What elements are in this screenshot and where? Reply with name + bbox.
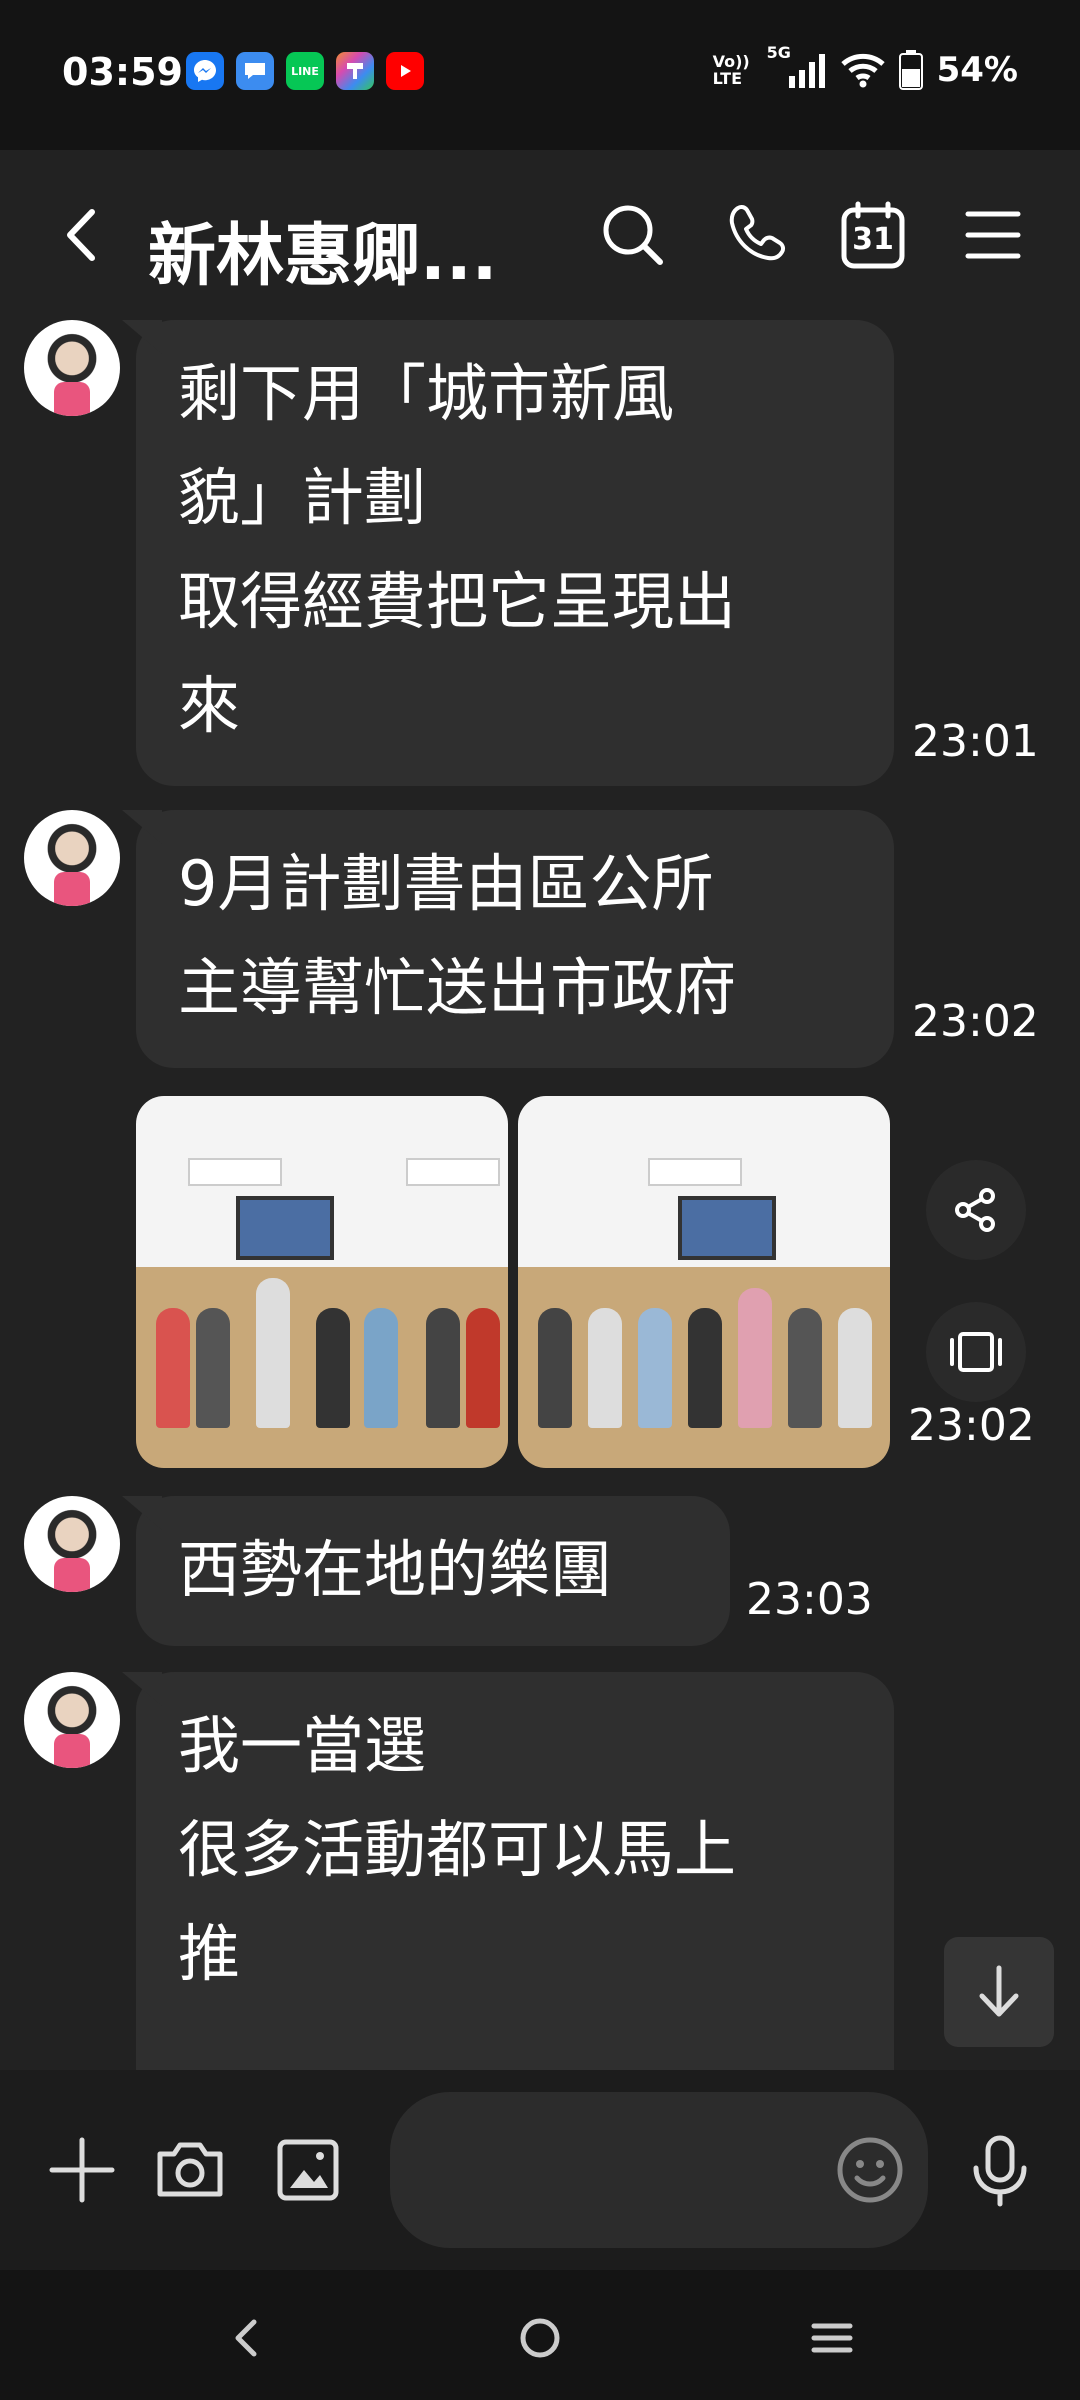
messenger-icon: [186, 52, 224, 90]
phone-icon[interactable]: [722, 200, 792, 270]
chat-icon: [236, 52, 274, 90]
emoji-icon[interactable]: [830, 2130, 910, 2210]
camera-icon[interactable]: [150, 2130, 230, 2210]
signal-icon: 5G: [767, 44, 827, 90]
wifi-icon: [840, 53, 885, 88]
line-icon: LINE: [286, 52, 324, 90]
message-line: 取得經費把它呈現出: [178, 565, 737, 638]
album-icon: [950, 1332, 1002, 1372]
calendar-day: 31: [852, 222, 894, 257]
message-time: 23:02: [912, 996, 1039, 1047]
message-line: 9月計劃書由區公所: [178, 847, 714, 920]
avatar[interactable]: [24, 1496, 120, 1592]
message-line: 貌」計劃: [178, 461, 427, 534]
battery-percent: 54%: [936, 50, 1018, 90]
message-bubble[interactable]: 我一當選 很多活動都可以馬上 推: [136, 1672, 894, 2070]
photo-thumbnail[interactable]: [136, 1096, 508, 1468]
back-icon[interactable]: [48, 200, 118, 270]
message-line: 來: [178, 669, 241, 742]
microphone-icon[interactable]: [960, 2130, 1040, 2210]
menu-icon[interactable]: [958, 200, 1028, 270]
search-icon[interactable]: [598, 200, 668, 270]
message-line: 我一當選: [178, 1709, 427, 1782]
message-list[interactable]: 剩下用「城市新風 貌」計劃 取得經費把它呈現出 來 23:01 9月計劃書由區公…: [0, 320, 1080, 2070]
nav-home-icon[interactable]: [500, 2298, 580, 2378]
share-icon: [955, 1188, 995, 1232]
chat-header: 新林惠卿... 31: [0, 150, 1080, 320]
battery-icon: [898, 50, 923, 90]
gallery-icon[interactable]: [268, 2130, 348, 2210]
avatar[interactable]: [24, 810, 120, 906]
nav-back-icon[interactable]: [208, 2298, 288, 2378]
message-line: 很多活動都可以馬上: [178, 1813, 737, 1886]
arrow-down-icon: [979, 1965, 1019, 2017]
share-button[interactable]: [926, 1160, 1026, 1260]
system-nav-bar: [0, 2270, 1080, 2400]
chat-title[interactable]: 新林惠卿...: [148, 200, 498, 299]
scroll-to-bottom-button[interactable]: [944, 1937, 1054, 2047]
status-indicators: Vo)) LTE 5G 54%: [712, 44, 1018, 90]
message-bubble[interactable]: 西勢在地的樂團: [136, 1496, 730, 1646]
message-time: 23:01: [912, 716, 1039, 767]
volte-indicator: Vo)) LTE: [712, 52, 750, 88]
status-bar: 03:59 LINE Vo)) LTE 5G 54%: [0, 0, 1080, 150]
avatar[interactable]: [24, 320, 120, 416]
avatar[interactable]: [24, 1672, 120, 1768]
message-time: 23:03: [746, 1574, 873, 1625]
nav-recents-icon[interactable]: [792, 2298, 872, 2378]
message-bubble[interactable]: 剩下用「城市新風 貌」計劃 取得經費把它呈現出 來: [136, 320, 894, 786]
status-time: 03:59: [62, 50, 183, 94]
youtube-icon: [386, 52, 424, 90]
message-line: 西勢在地的樂團: [178, 1533, 613, 1606]
colorful-app-icon: [336, 52, 374, 90]
message-line: 剩下用「城市新風: [178, 357, 675, 430]
message-time: 23:02: [908, 1400, 1035, 1451]
message-input-bar: [0, 2070, 1080, 2270]
album-button[interactable]: [926, 1302, 1026, 1402]
message-line: 推: [178, 1917, 241, 1990]
message-bubble[interactable]: 9月計劃書由區公所 主導幫忙送出市政府: [136, 810, 894, 1068]
photo-thumbnail[interactable]: [518, 1096, 890, 1468]
plus-icon[interactable]: [42, 2130, 122, 2210]
calendar-icon[interactable]: 31: [838, 200, 908, 270]
message-line: 主導幫忙送出市政府: [178, 951, 737, 1024]
